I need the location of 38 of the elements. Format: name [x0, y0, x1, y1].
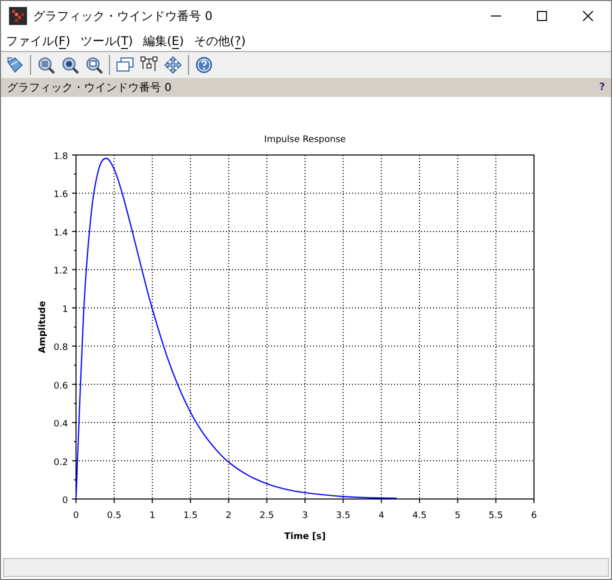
x-tick-label: 3: [302, 511, 308, 521]
y-tick-label: 1.2: [54, 266, 68, 277]
y-tick-label: 0.4: [54, 420, 68, 430]
menu-item[interactable]: ツール(T): [79, 32, 134, 50]
y-axis-label: Amplitude: [38, 300, 48, 354]
y-tick-label: 1.4: [54, 228, 68, 238]
y-tick-label: 1: [62, 304, 68, 315]
x-tick-label: 5.5: [488, 511, 503, 521]
app-icon: [9, 7, 27, 25]
x-tick-label: 0.5: [107, 511, 122, 521]
x-tick-label: 2.5: [260, 511, 274, 521]
y-tick-label: 1.8: [54, 152, 68, 162]
move-icon[interactable]: [162, 54, 184, 76]
x-tick-label: 4.5: [412, 511, 427, 521]
close-icon: [583, 11, 593, 21]
maximize-icon: [537, 11, 547, 21]
x-axis-label: Time [s]: [284, 532, 326, 542]
y-tick-label: 0.6: [54, 381, 68, 392]
y-tick-label: 0.8: [54, 343, 68, 354]
window-title: グラフィック・ウインドウ番号 0: [33, 8, 214, 24]
x-tick-label: 1: [149, 511, 156, 521]
x-tick-label: 5: [454, 511, 461, 521]
x-tick-label: 2: [226, 511, 232, 521]
menu-item[interactable]: ファイル(F): [5, 32, 72, 50]
menu-item[interactable]: その他(?): [192, 32, 247, 50]
y-tick-label: 1.6: [54, 190, 68, 200]
x-tick-label: 3.5: [336, 511, 350, 521]
figure-label: グラフィック・ウインドウ番号 0: [7, 80, 172, 95]
x-tick-label: 0: [73, 511, 79, 521]
x-tick-label: 1.5: [183, 511, 198, 521]
x-tick-label: 4: [378, 511, 384, 521]
x-tick-label: 6: [531, 511, 537, 521]
help-mark[interactable]: ?: [599, 82, 605, 93]
y-tick-label: 0: [62, 496, 68, 506]
chart-title: Impulse Response: [264, 135, 346, 145]
menu-item[interactable]: 編集(E): [142, 32, 185, 50]
y-tick-label: 0.2: [54, 458, 68, 468]
help-icon[interactable]: [193, 54, 215, 76]
